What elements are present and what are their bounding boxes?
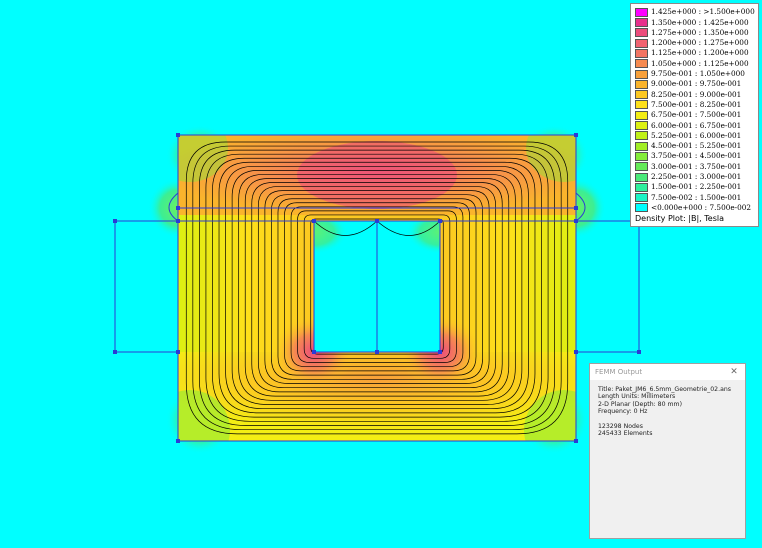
femm-output-frequency: Frequency: 0 Hz xyxy=(598,408,648,416)
legend-swatch xyxy=(635,151,648,161)
legend-item: 9.750e-001 : 1.050e+000 xyxy=(635,69,745,80)
legend-label: 4.500e-001 : 5.250e-001 xyxy=(651,141,742,151)
legend-swatch xyxy=(635,90,648,100)
legend-label: 5.250e-001 : 6.000e-001 xyxy=(651,130,742,140)
legend-swatch xyxy=(635,100,648,110)
legend-swatch xyxy=(635,203,648,213)
legend-item: <0.000e+000 : 7.500e-002 xyxy=(635,203,751,214)
legend-item: 1.050e+000 : 1.125e+000 xyxy=(635,59,749,70)
legend-swatch xyxy=(635,7,648,17)
legend-item: 1.425e+000 : >1.500e+000 xyxy=(635,7,755,18)
femm-output-elements: 245433 Elements xyxy=(598,430,653,438)
legend-label: 3.750e-001 : 4.500e-001 xyxy=(651,151,742,161)
femm-output-window[interactable]: FEMM Output ✕ Title: Paket_JM6_6.5mm_Geo… xyxy=(589,363,746,539)
legend-label: 1.200e+000 : 1.275e+000 xyxy=(651,38,749,48)
femm-output-length-units: Length Units: Millimeters xyxy=(598,393,676,401)
legend-item: 5.250e-001 : 6.000e-001 xyxy=(635,131,741,142)
legend-item: 7.500e-002 : 1.500e-001 xyxy=(635,192,741,203)
legend-item: 7.500e-001 : 8.250e-001 xyxy=(635,100,741,111)
legend-label: <0.000e+000 : 7.500e-002 xyxy=(651,202,752,212)
legend-label: 1.125e+000 : 1.200e+000 xyxy=(651,48,749,58)
femm-output-body: Title: Paket_JM6_6.5mm_Geometrie_02.ans … xyxy=(598,386,738,437)
legend-swatch xyxy=(635,38,648,48)
legend-label: 3.000e-001 : 3.750e-001 xyxy=(651,161,742,171)
legend-swatch xyxy=(635,121,648,131)
legend-item: 3.750e-001 : 4.500e-001 xyxy=(635,151,741,162)
legend-label: 2.250e-001 : 3.000e-001 xyxy=(651,172,742,182)
legend-item: 1.350e+000 : 1.425e+000 xyxy=(635,17,749,28)
legend-swatch xyxy=(635,182,648,192)
legend-label: 1.050e+000 : 1.125e+000 xyxy=(651,58,749,68)
legend-item: 3.000e-001 : 3.750e-001 xyxy=(635,162,741,173)
legend-label: 1.350e+000 : 1.425e+000 xyxy=(651,17,749,27)
legend-label: 6.000e-001 : 6.750e-001 xyxy=(651,120,742,130)
legend-swatch xyxy=(635,79,648,89)
legend-item: 1.125e+000 : 1.200e+000 xyxy=(635,48,749,59)
legend-label: 7.500e-001 : 8.250e-001 xyxy=(651,99,742,109)
legend-swatch xyxy=(635,172,648,182)
legend-swatch xyxy=(635,28,648,38)
density-legend: 1.425e+000 : >1.500e+000 1.350e+000 : 1.4… xyxy=(630,3,759,227)
femm-output-titlebar[interactable]: FEMM Output ✕ xyxy=(590,364,745,380)
legend-label: 8.250e-001 : 9.000e-001 xyxy=(651,89,742,99)
legend-item: 9.000e-001 : 9.750e-001 xyxy=(635,79,741,90)
legend-item: 4.500e-001 : 5.250e-001 xyxy=(635,141,741,152)
femm-output-nodes: 123298 Nodes xyxy=(598,422,643,430)
legend-item: 8.250e-001 : 9.000e-001 xyxy=(635,89,741,100)
legend-swatch xyxy=(635,162,648,172)
legend-item: 2.250e-001 : 3.000e-001 xyxy=(635,172,741,183)
legend-label: 9.750e-001 : 1.050e+000 xyxy=(651,69,745,79)
femm-output-title: FEMM Output xyxy=(595,368,643,376)
legend-label: 1.275e+000 : 1.350e+000 xyxy=(651,27,749,37)
legend-item: 1.275e+000 : 1.350e+000 xyxy=(635,28,749,39)
femm-output-title-line: Title: Paket_JM6_6.5mm_Geometrie_02.ans xyxy=(598,386,732,393)
legend-swatch xyxy=(635,110,648,120)
legend-item: 1.500e-001 : 2.250e-001 xyxy=(635,182,741,193)
legend-swatch xyxy=(635,59,648,69)
legend-item: 6.750e-001 : 7.500e-001 xyxy=(635,110,741,121)
femm-output-problem-type: 2-D Planar (Depth: 80 mm) xyxy=(598,400,682,408)
legend-swatch xyxy=(635,141,648,151)
close-icon[interactable]: ✕ xyxy=(728,366,740,378)
legend-item: 6.000e-001 : 6.750e-001 xyxy=(635,120,741,131)
legend-label: 9.000e-001 : 9.750e-001 xyxy=(651,79,742,89)
legend-label: 7.500e-002 : 1.500e-001 xyxy=(651,192,742,202)
legend-swatch xyxy=(635,193,648,203)
legend-swatch xyxy=(635,131,648,141)
legend-item: 1.200e+000 : 1.275e+000 xyxy=(635,38,749,49)
legend-swatch xyxy=(635,18,648,28)
legend-swatch xyxy=(635,48,648,58)
legend-caption: Density Plot: |B|, Tesla xyxy=(635,214,724,223)
legend-label: 1.425e+000 : >1.500e+000 xyxy=(651,7,755,17)
legend-swatch xyxy=(635,69,648,79)
legend-label: 6.750e-001 : 7.500e-001 xyxy=(651,110,742,120)
legend-label: 1.500e-001 : 2.250e-001 xyxy=(651,182,742,192)
